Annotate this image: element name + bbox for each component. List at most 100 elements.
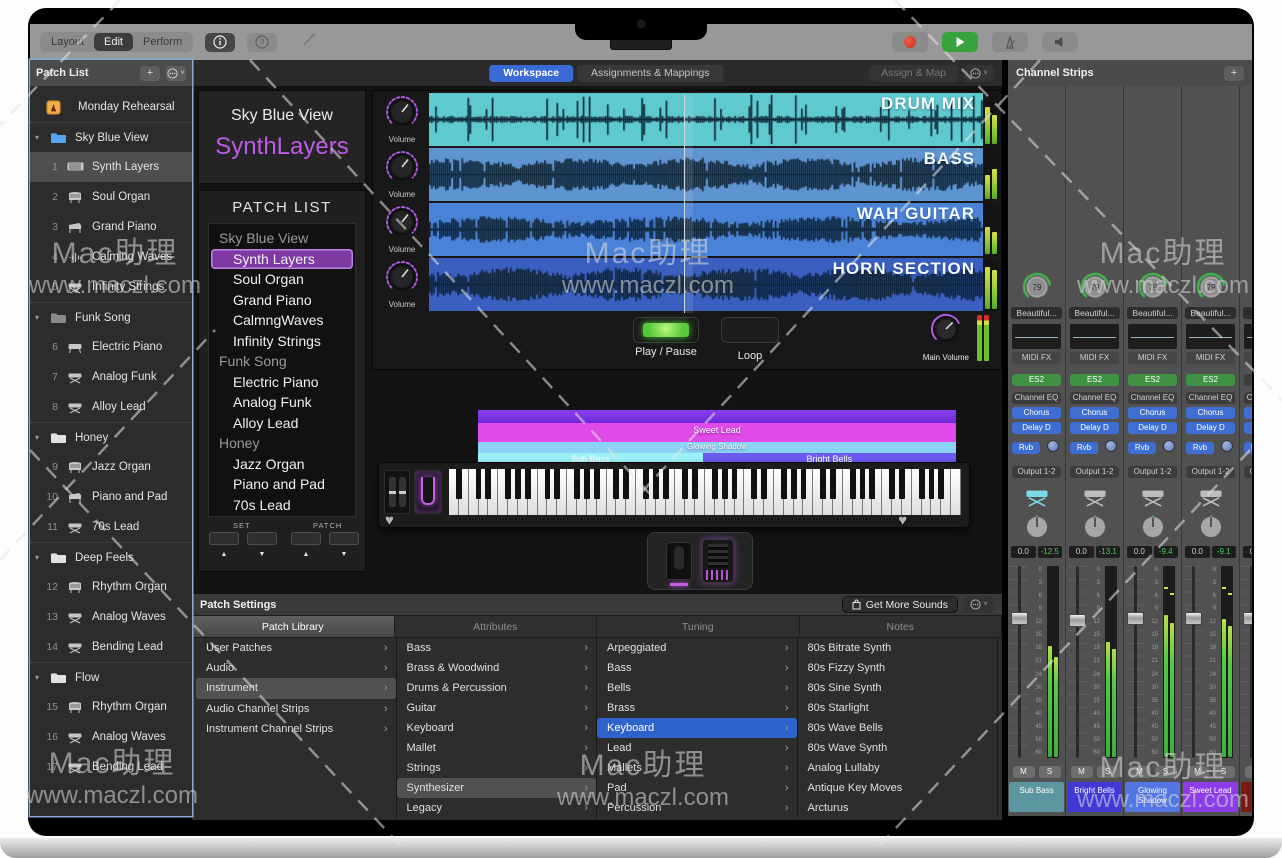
tuner-icon[interactable]: [301, 32, 317, 53]
eq-thumbnail[interactable]: [1128, 324, 1177, 349]
pan-value[interactable]: 0.0: [1243, 546, 1252, 558]
widget-patch-honey[interactable]: Honey: [209, 433, 355, 454]
black-key[interactable]: [476, 469, 482, 498]
help-button[interactable]: ?: [247, 33, 277, 52]
layer-band-top[interactable]: [478, 410, 956, 423]
volume-fader[interactable]: [1076, 566, 1079, 758]
send-chorus[interactable]: Chorus: [1186, 407, 1235, 419]
library-item-instrument-channel-strips[interactable]: Instrument Channel Strips›: [196, 719, 396, 739]
instrument-slot[interactable]: ES2: [1128, 374, 1177, 386]
widget-patch-alloy-lead[interactable]: Alloy Lead: [209, 413, 355, 434]
black-key[interactable]: [692, 469, 698, 498]
loop-button[interactable]: [721, 317, 779, 343]
send-level-knob[interactable]: [1047, 440, 1059, 452]
black-key[interactable]: [919, 469, 925, 498]
solo-button[interactable]: S: [1155, 766, 1177, 778]
strip-setting-name[interactable]: Beautiful...: [1185, 307, 1236, 319]
black-key[interactable]: [761, 469, 767, 498]
library-item-80s-fizzy-synth[interactable]: 80s Fizzy Synth: [798, 658, 998, 678]
layer-band-glowing-shadow[interactable]: Glowing Shadow: [478, 442, 956, 453]
black-key[interactable]: [869, 469, 875, 498]
white-key[interactable]: [951, 469, 961, 515]
get-more-sounds-button[interactable]: Get More Sounds: [842, 596, 958, 613]
channel-eq-slot[interactable]: Channel EQ: [1012, 392, 1061, 404]
library-item-bass[interactable]: Bass›: [597, 658, 797, 678]
pitch-mod-wheels[interactable]: [384, 470, 410, 514]
output-slot[interactable]: Output 1-2: [1070, 466, 1119, 478]
gain-value[interactable]: -9.1: [1212, 546, 1237, 558]
black-key[interactable]: [801, 469, 807, 498]
instrument-slot[interactable]: ES2: [1012, 374, 1061, 386]
output-slot[interactable]: Output 1-2: [1128, 466, 1177, 478]
sustain-pedal-icon[interactable]: [666, 542, 692, 580]
chevron-down-icon[interactable]: ▾: [35, 553, 47, 562]
sidebar-item-analog-waves[interactable]: 13Analog Waves: [30, 602, 192, 632]
eq-thumbnail[interactable]: [1244, 324, 1252, 349]
eq-thumbnail[interactable]: [1186, 324, 1235, 349]
black-key[interactable]: [899, 469, 905, 498]
library-item-percussion[interactable]: Percussion›: [597, 798, 797, 818]
black-key[interactable]: [545, 469, 551, 498]
mute-button[interactable]: M: [1013, 766, 1035, 778]
pan-knob[interactable]: [1198, 514, 1224, 545]
track-volume-knob[interactable]: [385, 150, 419, 189]
solo-button[interactable]: S: [1213, 766, 1235, 778]
sidebar-item-deep-feels[interactable]: ▾Deep Feels: [30, 542, 192, 572]
mute-button[interactable]: M: [1245, 766, 1253, 778]
settings-tab-notes[interactable]: Notes: [800, 616, 1003, 637]
patch-list-action-menu[interactable]: ˅: [166, 66, 186, 81]
sidebar-item-bending-lead[interactable]: 14Bending Lead: [30, 632, 192, 662]
black-key[interactable]: [515, 469, 521, 498]
widget-patch-electric-piano[interactable]: Electric Piano: [209, 372, 355, 393]
library-item-arcturus[interactable]: Arcturus: [798, 798, 998, 818]
midi-fx-slot[interactable]: MIDI FX: [1186, 352, 1235, 364]
strip-setting-name[interactable]: Beautiful...: [1069, 307, 1120, 319]
library-item-analog-lullaby[interactable]: Analog Lullaby: [798, 758, 998, 778]
sidebar-item-synth-layers[interactable]: 1Synth Layers: [30, 152, 192, 182]
instrument-slot[interactable]: Output: [1244, 374, 1252, 386]
send-reverb[interactable]: Rvb: [1012, 442, 1040, 454]
track-volume-knob[interactable]: [385, 205, 419, 244]
add-channel-strip-button[interactable]: +: [1224, 66, 1244, 81]
black-key[interactable]: [682, 469, 688, 498]
send-level-knob[interactable]: [1221, 440, 1233, 452]
widget-patch-synth-layers[interactable]: Synth Layers: [211, 249, 353, 270]
black-key[interactable]: [574, 469, 580, 498]
eq-thumbnail[interactable]: [1012, 324, 1061, 349]
instrument-slot[interactable]: ES2: [1070, 374, 1119, 386]
chevron-down-icon[interactable]: ▾: [35, 313, 47, 322]
library-item-legacy[interactable]: Legacy›: [397, 798, 597, 818]
mode-button-perform[interactable]: Perform: [133, 33, 192, 51]
send-delay[interactable]: Delay D: [1012, 422, 1061, 434]
library-item-antique-key-moves[interactable]: Antique Key Moves: [798, 778, 998, 798]
fader-cap[interactable]: [1069, 614, 1086, 627]
black-key[interactable]: [938, 469, 944, 498]
track-waveform[interactable]: WAH GUITAR: [429, 203, 983, 256]
sidebar-item-calming-waves[interactable]: 4Calming Waves: [30, 242, 192, 272]
patch-settings-action-menu[interactable]: ˅: [964, 596, 994, 613]
sidebar-item-piano-and-pad[interactable]: 10Piano and Pad: [30, 482, 192, 512]
strip-gain-knob[interactable]: 79: [1138, 272, 1168, 307]
pan-knob[interactable]: [1024, 514, 1050, 545]
black-key[interactable]: [820, 469, 826, 498]
sidebar-item-electric-piano[interactable]: 6Electric Piano: [30, 332, 192, 362]
sidebar-item-infinity-strings[interactable]: 5Infinity Strings: [30, 272, 192, 302]
black-key[interactable]: [594, 469, 600, 498]
strip-name-label[interactable]: Sweet Lead: [1183, 782, 1238, 812]
send-chorus[interactable]: Chorus: [1244, 407, 1252, 419]
play-button[interactable]: [942, 32, 978, 52]
sidebar-item-rhythm-organ[interactable]: 12Rhythm Organ: [30, 572, 192, 602]
midi-fx-slot[interactable]: MIDI FX: [1244, 352, 1252, 364]
track-volume-knob[interactable]: [385, 95, 419, 134]
library-item-lead[interactable]: Lead›: [597, 738, 797, 758]
black-key[interactable]: [525, 469, 531, 498]
library-item-keyboard[interactable]: Keyboard›: [597, 718, 797, 738]
black-key[interactable]: [830, 469, 836, 498]
library-item-80s-wave-bells[interactable]: 80s Wave Bells: [798, 718, 998, 738]
volume-fader[interactable]: [1192, 566, 1195, 758]
library-item-keyboard[interactable]: Keyboard›: [397, 718, 597, 738]
strip-gain-knob[interactable]: 79: [1022, 272, 1052, 307]
library-item-mallet[interactable]: Mallet›: [397, 738, 597, 758]
layer-band-sweet-lead[interactable]: Sweet Lead: [478, 423, 956, 442]
channel-eq-slot[interactable]: Channel EQ: [1128, 392, 1177, 404]
